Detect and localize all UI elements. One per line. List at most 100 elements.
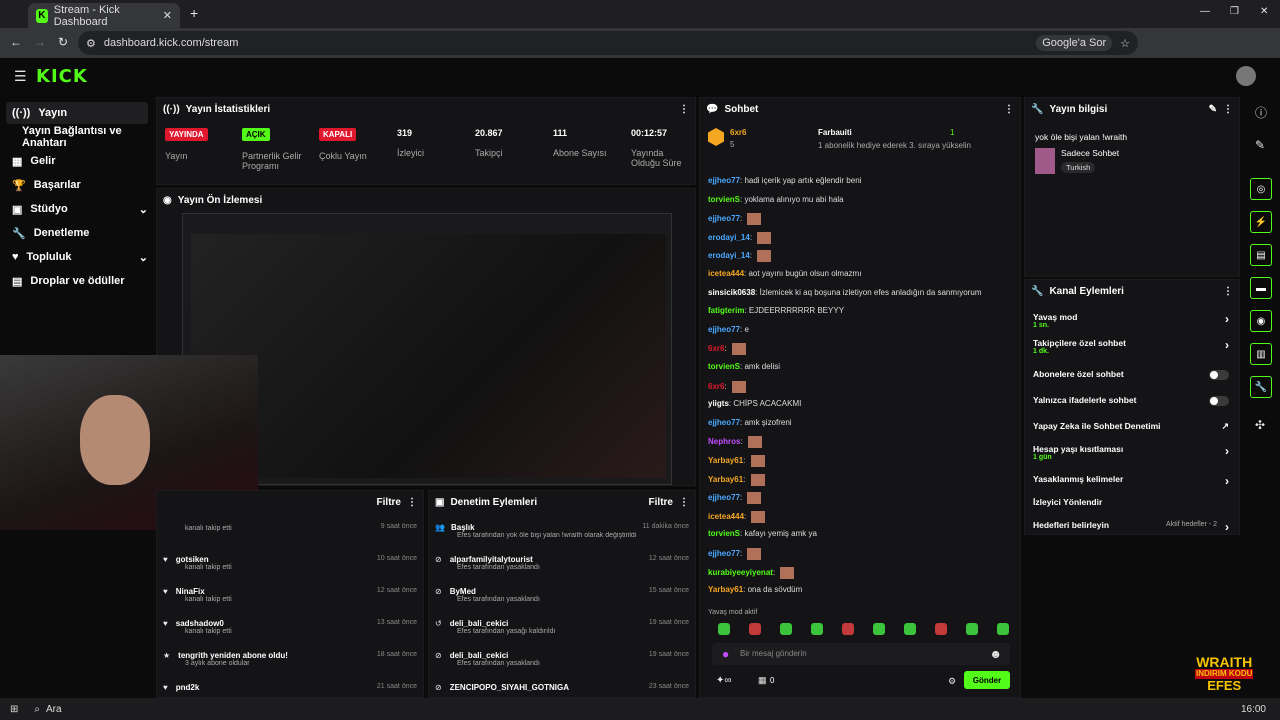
camera-icon[interactable]: ◎	[1250, 178, 1272, 200]
action-slow-mode[interactable]: Yavaş mod 1 sn. ›	[1033, 312, 1229, 329]
new-tab-icon[interactable]: +	[190, 5, 198, 21]
chat-input[interactable]: ● Bir mesaj gönderin ☻	[712, 643, 1010, 665]
emote-icon[interactable]	[935, 623, 947, 635]
chat-username[interactable]: erodayi_14	[708, 233, 750, 242]
chat-username[interactable]: ejjheo77	[708, 325, 740, 334]
emoji-icon[interactable]: ☻	[989, 647, 1002, 661]
chat-username[interactable]: ejjheo77	[708, 493, 740, 502]
list-icon[interactable]: ▤	[1250, 244, 1272, 266]
bolt-icon[interactable]: ⚡	[1250, 211, 1272, 233]
chat-bubble-icon[interactable]: ▬	[1250, 277, 1272, 299]
action-goals[interactable]: Hedefleri belirleyin Aktif hedefler - 2 ›	[1033, 520, 1229, 534]
close-tab-icon[interactable]: ✕	[163, 9, 172, 22]
more-icon[interactable]: ⋮	[1004, 104, 1014, 115]
sidebar-item-studyo[interactable]: ▣ Stüdyo ⌄	[6, 198, 148, 220]
chat-username[interactable]: ejjheo77	[708, 176, 740, 185]
chat-username[interactable]: erodayi_14	[708, 252, 750, 261]
sidebar-item-basarilar[interactable]: 🏆 Başarılar	[6, 174, 148, 196]
chat-username[interactable]: Yarbay61	[708, 475, 743, 484]
minimize-icon[interactable]: —	[1200, 6, 1210, 17]
search-icon[interactable]: ⌕	[34, 704, 40, 715]
chat-username[interactable]: Yarbay61	[708, 456, 743, 465]
chat-username[interactable]: ejjheo77	[708, 214, 740, 223]
emote-icon[interactable]	[749, 623, 761, 635]
close-window-icon[interactable]: ✕	[1260, 6, 1268, 17]
kick-logo[interactable]: KICK	[36, 66, 88, 87]
settings-icon[interactable]: ⚙	[948, 676, 956, 687]
broadcast-icon[interactable]: ◉	[1250, 310, 1272, 332]
chat-username[interactable]: fatigterim	[708, 306, 744, 315]
action-followers-only[interactable]: Takipçilere özel sohbet 1 dk. ›	[1033, 338, 1229, 355]
sidebar-item-droplar[interactable]: ▤ Droplar ve ödüller	[6, 270, 148, 292]
more-icon[interactable]: ⋮	[679, 497, 689, 508]
menu-icon[interactable]: ☰	[14, 68, 27, 85]
pencil-icon[interactable]: ✎	[1255, 138, 1265, 152]
chat-username[interactable]: yiigts	[708, 399, 729, 408]
sidebar-item-yayin[interactable]: ((·)) Yayın	[6, 102, 148, 124]
sidebar-item-stream-key[interactable]: Yayın Bağlantısı ve Anahtarı	[6, 125, 148, 149]
emote-icon[interactable]	[842, 623, 854, 635]
chat-username[interactable]: ejjheo77	[708, 418, 740, 427]
more-icon[interactable]: ⋮	[1223, 286, 1233, 297]
chat-username[interactable]: icetea444	[708, 269, 744, 278]
forward-icon[interactable]: →	[34, 35, 46, 49]
emote-icon[interactable]	[873, 623, 885, 635]
browser-tab[interactable]: K Stream - Kick Dashboard ✕	[28, 3, 180, 28]
chat-text: :	[740, 549, 745, 559]
more-icon[interactable]: ⋮	[1223, 104, 1233, 115]
sidebar-item-denetleme[interactable]: 🔧 Denetleme	[6, 222, 148, 244]
chat-username[interactable]: icetea444	[708, 512, 744, 521]
avatar[interactable]	[1236, 66, 1256, 86]
action-ai-moderation[interactable]: Yapay Zeka ile Sohbet Denetimi ↗	[1033, 421, 1229, 431]
emote-icon[interactable]	[997, 623, 1009, 635]
action-banned-words[interactable]: Yasaklanmış kelimeler ›	[1033, 474, 1229, 488]
settings-cog-icon[interactable]: ✣	[1255, 418, 1265, 432]
actions-title: Kanal Eylemleri	[1049, 285, 1124, 297]
chat-username[interactable]: 6xr6	[708, 345, 724, 354]
chat-username[interactable]: ejjheo77	[708, 549, 740, 558]
emote-only-toggle[interactable]	[1209, 396, 1229, 406]
action-raid[interactable]: İzleyici Yönlendir	[1033, 497, 1229, 507]
wrench-icon[interactable]: 🔧	[1250, 376, 1272, 398]
chat-username[interactable]: Nephros	[708, 438, 740, 447]
emote-icon[interactable]	[811, 623, 823, 635]
chat-username[interactable]: torvienS	[708, 362, 740, 371]
action-emote-only[interactable]: Yalnızca ifadelerle sohbet	[1033, 395, 1229, 406]
star-icon: ★	[163, 651, 171, 660]
filter-button[interactable]: Filtre	[649, 497, 673, 508]
chat-username[interactable]: 6xr6	[708, 382, 724, 391]
subs-only-toggle[interactable]	[1209, 370, 1229, 380]
emote-icon[interactable]	[780, 623, 792, 635]
sidebar-item-topluluk[interactable]: ♥ Topluluk ⌄	[6, 246, 148, 268]
pinned-gift-banner[interactable]: 6xr6 5 Farbauiti 1 1 abonelik hediye ede…	[708, 128, 1020, 160]
chat-username[interactable]: kurabiyeeyiyenat	[708, 568, 773, 577]
chat-username[interactable]: sinsicik0638	[708, 288, 755, 297]
back-icon[interactable]: ←	[10, 35, 22, 49]
action-subs-only[interactable]: Abonelere özel sohbet	[1033, 369, 1229, 380]
taskbar-search[interactable]: Ara	[46, 704, 62, 715]
emote-icon[interactable]	[966, 623, 978, 635]
reload-icon[interactable]: ↻	[58, 35, 68, 49]
site-info-icon[interactable]: ⚙	[86, 37, 96, 50]
google-ask-button[interactable]: Google'a Sor	[1036, 35, 1113, 51]
edit-icon[interactable]: ✎	[1209, 104, 1217, 115]
info-icon[interactable]: ⓘ	[1255, 104, 1267, 121]
filter-button[interactable]: Filtre	[377, 497, 401, 508]
windows-start-icon[interactable]: ⊞	[10, 704, 18, 715]
maximize-icon[interactable]: ❐	[1230, 6, 1239, 17]
more-icon[interactable]: ⋮	[679, 104, 689, 115]
action-account-age[interactable]: Hesap yaşı kısıtlaması 1 gün ›	[1033, 444, 1229, 461]
chat-username[interactable]: Yarbay61	[708, 585, 743, 594]
send-button[interactable]: Gönder	[964, 671, 1010, 689]
bookmark-star-icon[interactable]: ☆	[1120, 37, 1130, 50]
more-icon[interactable]: ⋮	[407, 497, 417, 508]
layout-icon[interactable]: ▥	[1250, 343, 1272, 365]
chat-username[interactable]: torvienS	[708, 529, 740, 538]
emote-icon[interactable]	[904, 623, 916, 635]
address-bar[interactable]: ⚙ dashboard.kick.com/stream Google'a Sor…	[78, 31, 1138, 55]
stream-info-panel: 🔧 Yayın bilgisi ✎ ⋮ yok öle bişi yalan !wra…	[1024, 97, 1240, 277]
chat-username[interactable]: torvienS	[708, 195, 740, 204]
sidebar-item-gelir[interactable]: ▦ Gelir	[6, 150, 148, 172]
mic-icon[interactable]: ●	[722, 647, 729, 661]
emote-icon[interactable]	[718, 623, 730, 635]
